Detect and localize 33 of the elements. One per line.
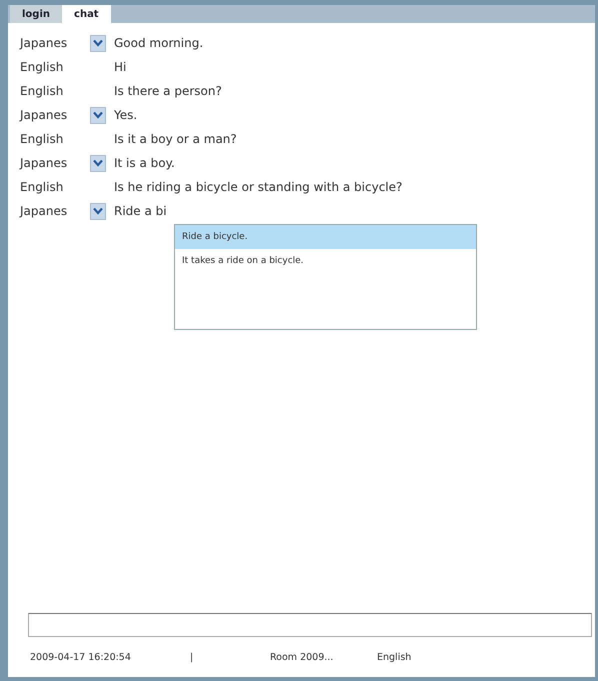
suggestion-item[interactable]: It takes a ride on a bicycle. [175,249,476,273]
language-label: English [20,84,64,98]
dropdown-button[interactable] [90,106,106,124]
language-label: Japanes [20,36,68,50]
dropdown-button[interactable] [90,202,106,220]
dropdown-button[interactable] [90,154,106,172]
language-label: Japanes [20,108,68,122]
message-text: Hi [114,60,126,74]
message-text: Is it a boy or a man? [114,132,237,146]
language-label: Japanes [20,156,68,170]
separator: | [190,652,194,662]
message-text: Yes. [114,108,138,122]
room-name: Room 2009... [270,652,334,662]
message-text: Is he riding a bicycle or standing with a bicycle? [114,180,402,194]
chevron-down-icon [93,111,103,119]
suggestion-item[interactable]: Ride a bicycle. [175,225,476,249]
chevron-down-icon [93,159,103,167]
tab[interactable]: chat [62,5,111,23]
message-text: Is there a person? [114,84,222,98]
input-field[interactable] [28,613,592,637]
tab[interactable]: login [10,5,62,23]
chevron-down-icon [93,39,103,47]
dropdown-button[interactable] [90,34,106,52]
message-text: Good morning. [114,36,204,50]
message-text: It is a boy. [114,156,175,170]
message-text: Ride a bi [114,204,167,218]
language-label: English [20,60,64,74]
language-label: English [20,180,64,194]
language-status: English [377,652,412,662]
chevron-down-icon [93,207,103,215]
language-label: English [20,132,64,146]
timestamp: 2009-04-17 16:20:54 [30,652,132,662]
language-label: Japanes [20,204,68,218]
